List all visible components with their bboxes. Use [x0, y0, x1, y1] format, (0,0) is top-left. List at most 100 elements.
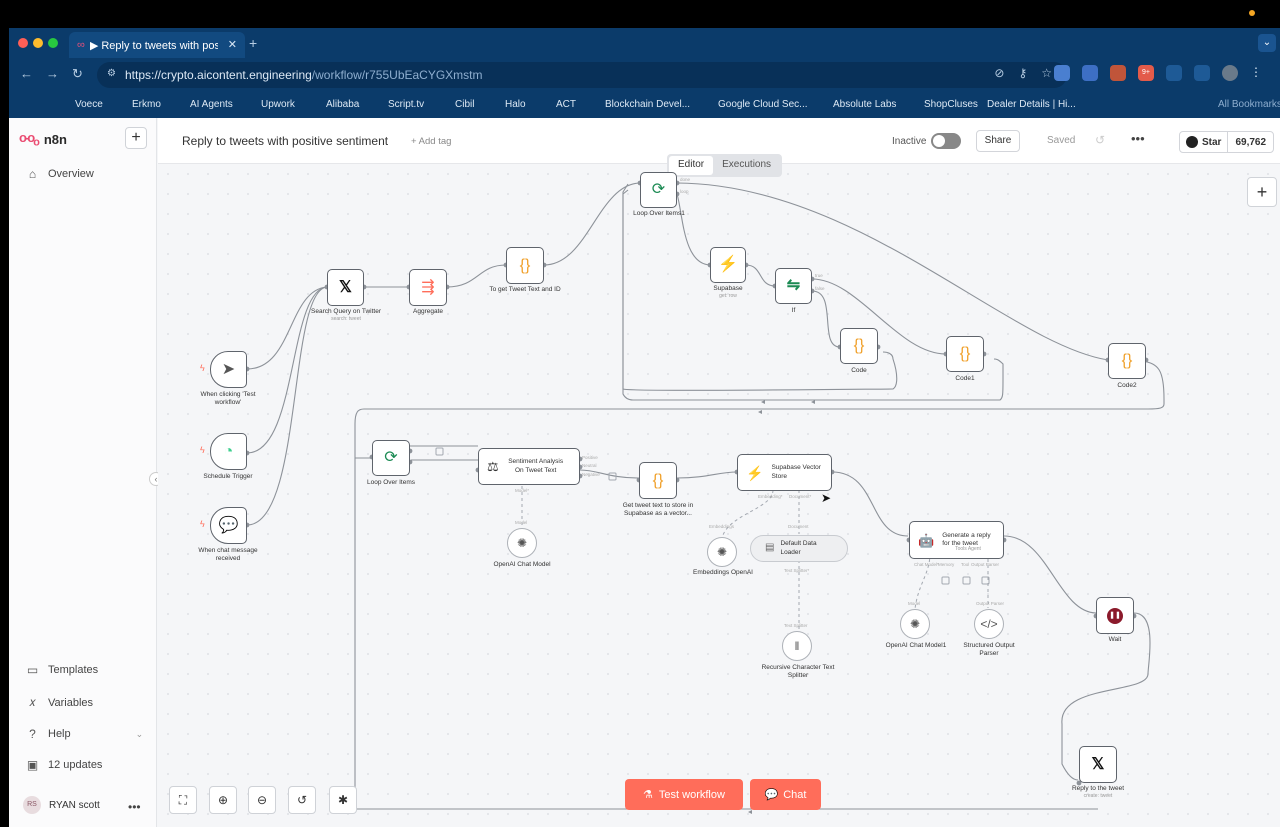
- node-code1[interactable]: {}: [946, 336, 984, 372]
- node-label: Get tweet text to store in Supabase as a…: [622, 502, 694, 518]
- forward-icon[interactable]: →: [46, 66, 59, 81]
- site-info-icon[interactable]: ⚙: [107, 68, 119, 80]
- port-label: Model*: [515, 488, 530, 493]
- bookmark[interactable]: Cibil: [455, 99, 474, 110]
- nav-help[interactable]: ? Help ⌄: [26, 727, 143, 741]
- templates-icon: ▭: [26, 663, 39, 677]
- node-embeddings-openai[interactable]: ✺: [707, 537, 737, 567]
- bookmark[interactable]: Absolute Labs: [833, 99, 896, 110]
- menu-icon[interactable]: ⋮: [1250, 65, 1266, 81]
- node-generate-reply[interactable]: 🤖 Generate a reply for the tweet: [909, 521, 1004, 559]
- all-bookmarks[interactable]: All Bookmarks: [1218, 99, 1280, 110]
- minimize-window-button[interactable]: [33, 38, 43, 48]
- node-loop-over-items1[interactable]: ⟳: [640, 172, 677, 208]
- node-loop-over-items[interactable]: ⟳: [372, 440, 410, 476]
- bookmark[interactable]: Google Cloud Sec...: [718, 99, 808, 110]
- address-bar[interactable]: ⚙ https://crypto.aicontent.engineering/w…: [97, 62, 1067, 88]
- node-text-splitter[interactable]: ‖: [782, 631, 812, 661]
- close-window-button[interactable]: [18, 38, 28, 48]
- nav-overview[interactable]: ⌂ Overview: [26, 167, 94, 181]
- profile-icon[interactable]: [1222, 65, 1238, 81]
- extension-badge[interactable]: 9+: [1138, 65, 1154, 81]
- node-manual-trigger[interactable]: ➤: [210, 351, 247, 388]
- reload-icon[interactable]: ↻: [72, 66, 83, 82]
- more-options-icon[interactable]: •••: [1131, 131, 1145, 146]
- close-tab-icon[interactable]: ✕: [228, 38, 237, 51]
- puzzle-icon[interactable]: [1166, 65, 1182, 81]
- node-store-text[interactable]: {}: [639, 462, 677, 499]
- node-label: OpenAI Chat Model1: [885, 642, 947, 649]
- back-icon[interactable]: ←: [20, 66, 33, 81]
- workflow-name[interactable]: Reply to tweets with positive sentiment: [182, 134, 388, 148]
- nav-variables[interactable]: 𝑥 Variables: [26, 695, 93, 710]
- bookmark[interactable]: Upwork: [261, 99, 295, 110]
- bookmark[interactable]: Dealer Details | Hi...: [987, 99, 1076, 110]
- chat-button[interactable]: 💬 Chat: [750, 779, 821, 810]
- zoom-out-button[interactable]: ⊖: [248, 786, 276, 814]
- test-workflow-button[interactable]: ⚗ Test workflow: [625, 779, 743, 810]
- share-button[interactable]: Share: [976, 130, 1020, 152]
- port-label: Negative: [582, 472, 600, 477]
- n8n-logo[interactable]: o-oo n8n: [19, 130, 67, 149]
- user-menu[interactable]: RS RYAN scott: [23, 796, 100, 814]
- node-code[interactable]: {}: [840, 328, 878, 364]
- bookmark[interactable]: Alibaba: [326, 99, 359, 110]
- key-icon[interactable]: ⚷: [1018, 66, 1027, 80]
- media-icon[interactable]: [1194, 65, 1210, 81]
- node-code2[interactable]: {}: [1108, 343, 1146, 379]
- bookmark[interactable]: Voece: [75, 99, 103, 110]
- bookmark[interactable]: Halo: [505, 99, 526, 110]
- bookmark[interactable]: AI Agents: [190, 99, 233, 110]
- bookmark[interactable]: Script.tv: [388, 99, 424, 110]
- add-node-button[interactable]: +: [1247, 177, 1277, 207]
- create-button[interactable]: +: [125, 127, 147, 149]
- zoom-window-button[interactable]: [48, 38, 58, 48]
- extension-icon[interactable]: [1082, 65, 1098, 81]
- bookmark[interactable]: ShopCluses: [924, 99, 978, 110]
- tab-editor[interactable]: Editor: [669, 156, 714, 175]
- new-tab-icon[interactable]: +: [249, 35, 257, 51]
- node-structured-output-parser[interactable]: </>: [974, 609, 1004, 639]
- reset-zoom-button[interactable]: ↺: [288, 786, 316, 814]
- extension-icon[interactable]: [1054, 65, 1070, 81]
- user-more-icon[interactable]: •••: [128, 800, 141, 814]
- bookmark[interactable]: Blockchain Devel...: [605, 99, 690, 110]
- active-toggle[interactable]: [931, 133, 961, 149]
- node-schedule-trigger[interactable]: ◔: [210, 433, 247, 470]
- node-search-twitter[interactable]: 𝕏: [327, 269, 364, 306]
- bookmark-star-icon[interactable]: ☆: [1041, 66, 1052, 80]
- add-tag-link[interactable]: + Add tag: [411, 136, 451, 147]
- node-wait[interactable]: ❚❚: [1096, 597, 1134, 634]
- node-sentiment-analysis[interactable]: ⚖ Sentiment Analysis On Tweet Text: [478, 448, 580, 485]
- nav-updates[interactable]: ▣ 12 updates: [26, 758, 103, 772]
- fit-view-button[interactable]: ⛶: [169, 786, 197, 814]
- debug-button[interactable]: ✱: [329, 786, 357, 814]
- zoom-in-button[interactable]: ⊕: [209, 786, 237, 814]
- node-default-data-loader[interactable]: ▤ Default Data Loader: [750, 535, 848, 562]
- extension-icon[interactable]: [1110, 65, 1126, 81]
- nav-templates[interactable]: ▭ Templates: [26, 663, 98, 677]
- bookmark[interactable]: ACT: [556, 99, 576, 110]
- chat-bubble-icon: 💬: [764, 789, 779, 801]
- workflow-canvas[interactable]: Editor Executions + ⟳ Loop Over Items1 d…: [158, 154, 1280, 827]
- tab-executions[interactable]: Executions: [713, 156, 780, 175]
- bookmark[interactable]: Erkmo: [132, 99, 161, 110]
- github-star-button[interactable]: Star 69,762: [1179, 131, 1275, 153]
- history-icon[interactable]: ↺: [1095, 133, 1105, 147]
- node-reply-tweet[interactable]: 𝕏: [1079, 746, 1117, 783]
- camera-off-icon[interactable]: ⊘: [994, 66, 1004, 80]
- node-openai-chat-model[interactable]: ✺: [507, 528, 537, 558]
- node-openai-chat-model1[interactable]: ✺: [900, 609, 930, 639]
- node-subtitle: Tools Agent: [955, 546, 981, 552]
- port-label: Output Parser: [971, 562, 1000, 567]
- node-label: Recursive Character Text Splitter: [761, 664, 835, 680]
- browser-tab[interactable]: ∞ ▶ Reply to tweets with positive sentim…: [69, 32, 245, 58]
- node-get-tweet-text[interactable]: {}: [506, 247, 544, 284]
- node-supabase-vector-store[interactable]: ⚡ Supabase Vector Store: [737, 454, 832, 491]
- node-supabase[interactable]: ⚡: [710, 247, 746, 283]
- tab-search-icon[interactable]: ⌄: [1258, 34, 1276, 52]
- node-if[interactable]: ⇋: [775, 268, 812, 304]
- node-aggregate[interactable]: ⇶: [409, 269, 447, 306]
- n8n-favicon-icon: ∞: [77, 39, 85, 51]
- node-chat-trigger[interactable]: 💬: [210, 507, 247, 544]
